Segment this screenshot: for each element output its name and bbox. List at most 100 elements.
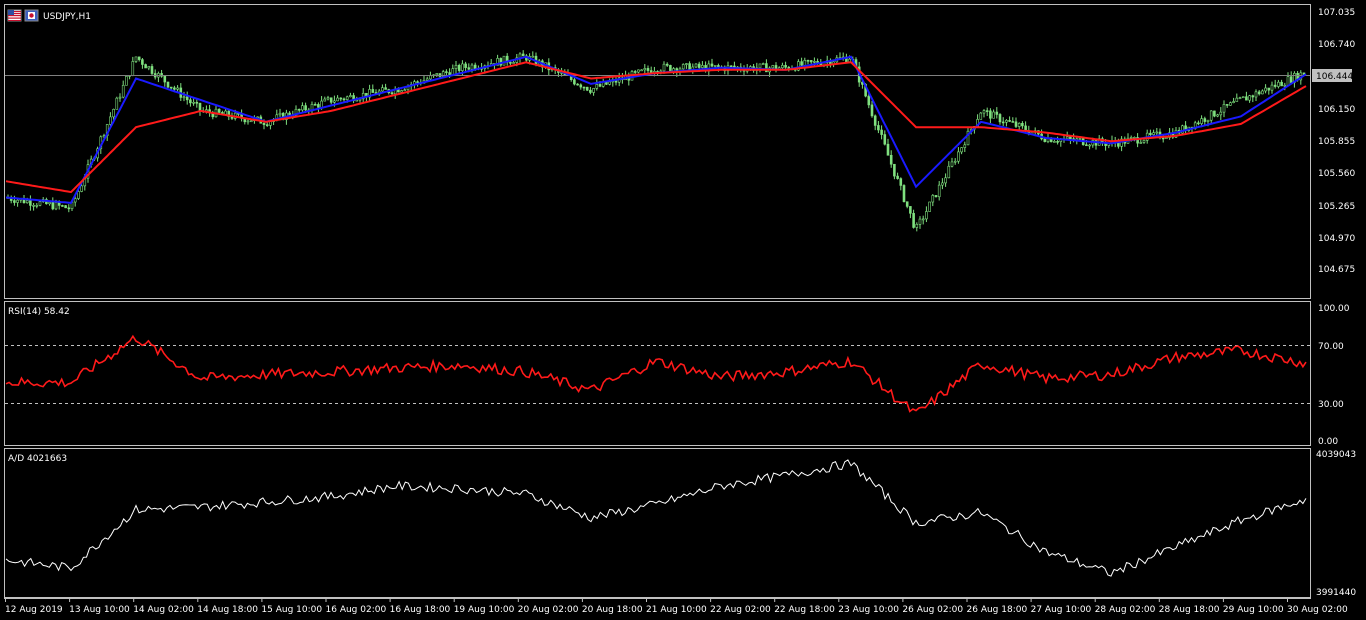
y-tick-label: 105.560 xyxy=(1318,169,1355,179)
candle xyxy=(640,69,643,72)
candle xyxy=(16,198,19,207)
candle xyxy=(1216,113,1219,118)
candle xyxy=(957,147,960,164)
candle xyxy=(352,92,355,104)
candle xyxy=(147,65,151,71)
candle xyxy=(457,63,461,73)
x-tick-label: 30 Aug 02:00 xyxy=(1287,605,1348,615)
jp-flag-icon xyxy=(24,9,39,22)
x-axis: 12 Aug 2019 13 Aug 10:00 14 Aug 02:00 14 Au… xyxy=(5,598,1348,615)
current-price-box: 106.444 xyxy=(1312,69,1353,82)
x-tick-label: 26 Aug 18:00 xyxy=(967,605,1028,615)
candle xyxy=(368,84,371,102)
candle xyxy=(800,57,803,67)
ad-series xyxy=(5,459,1307,577)
candle xyxy=(1277,79,1280,89)
candle xyxy=(912,209,915,229)
candle xyxy=(163,75,167,87)
candle xyxy=(176,85,179,92)
candle xyxy=(637,69,640,74)
candle xyxy=(317,102,320,113)
candle xyxy=(531,51,535,58)
candle xyxy=(1094,139,1098,150)
candle xyxy=(160,69,163,78)
candle xyxy=(1142,139,1146,144)
candle xyxy=(336,95,339,102)
rsi-y-tick-label: 30.00 xyxy=(1318,400,1344,410)
candle xyxy=(214,105,218,118)
candle xyxy=(313,102,317,106)
candle xyxy=(1238,96,1242,100)
candle xyxy=(153,69,157,80)
x-tick-label: 21 Aug 10:00 xyxy=(646,605,707,615)
candle xyxy=(979,111,983,120)
candle xyxy=(982,109,986,118)
candle xyxy=(349,92,352,98)
y-tick-label: 107.035 xyxy=(1318,8,1355,18)
candle xyxy=(582,86,586,91)
candle xyxy=(454,60,458,74)
rsi-y-tick-label: 70.00 xyxy=(1318,342,1344,352)
rsi-y-tick-label: 0.00 xyxy=(1318,437,1338,447)
candle xyxy=(1229,101,1232,106)
candle xyxy=(937,181,941,201)
candle xyxy=(934,195,938,198)
x-tick-label: 27 Aug 10:00 xyxy=(1031,605,1092,615)
candle xyxy=(873,114,877,131)
candle xyxy=(1267,87,1271,95)
x-tick-label: 26 Aug 02:00 xyxy=(902,605,963,615)
candle xyxy=(893,163,896,180)
candle xyxy=(925,206,928,223)
rsi-label: RSI(14) 58.42 xyxy=(8,307,70,317)
candle xyxy=(189,97,192,107)
candle xyxy=(323,96,327,102)
main-panel-frame xyxy=(4,4,1311,299)
candle xyxy=(960,147,963,155)
candle xyxy=(963,141,967,153)
candle xyxy=(774,62,778,73)
candle xyxy=(403,87,407,92)
ma-slow-line xyxy=(5,61,1307,194)
candle xyxy=(877,121,880,134)
chart-canvas[interactable]: USDJPY,H1 107.035 106.740 106.150 105.85… xyxy=(0,0,1366,620)
x-tick-label: 22 Aug 02:00 xyxy=(710,605,771,615)
candle xyxy=(278,108,282,118)
candle xyxy=(992,109,995,119)
candle xyxy=(1021,121,1024,129)
candle xyxy=(886,138,890,156)
candle xyxy=(371,84,375,93)
candle xyxy=(1232,97,1235,104)
candle xyxy=(710,58,714,68)
candle xyxy=(195,98,199,108)
candle xyxy=(521,50,525,57)
candle xyxy=(883,130,887,146)
candle xyxy=(1286,72,1290,86)
x-tick-label: 14 Aug 18:00 xyxy=(197,605,258,615)
x-tick-label: 22 Aug 18:00 xyxy=(774,605,835,615)
candle xyxy=(928,201,931,212)
chart-window[interactable]: USDJPY,H1 107.035 106.740 106.150 105.85… xyxy=(0,0,1366,620)
y-tick-label: 104.675 xyxy=(1318,265,1355,275)
candle xyxy=(35,203,39,209)
candle xyxy=(9,195,13,204)
candle xyxy=(445,69,448,76)
candle xyxy=(918,216,922,229)
x-tick-label: 14 Aug 02:00 xyxy=(133,605,194,615)
candle xyxy=(1181,124,1184,135)
candle xyxy=(1197,120,1200,126)
ad-label: A/D 4021663 xyxy=(8,454,67,464)
candle xyxy=(179,83,183,101)
candle xyxy=(1056,136,1059,145)
x-tick-label: 16 Aug 18:00 xyxy=(390,605,451,615)
ad-y-tick-label: 4039043 xyxy=(1316,450,1356,460)
candle xyxy=(1251,94,1255,103)
candle xyxy=(781,62,784,70)
candle xyxy=(121,80,125,99)
candle xyxy=(953,158,957,165)
candle xyxy=(310,101,314,114)
candle xyxy=(301,102,304,112)
candle xyxy=(931,194,935,207)
candle xyxy=(249,120,253,123)
candle xyxy=(950,157,954,168)
candle xyxy=(806,59,810,65)
